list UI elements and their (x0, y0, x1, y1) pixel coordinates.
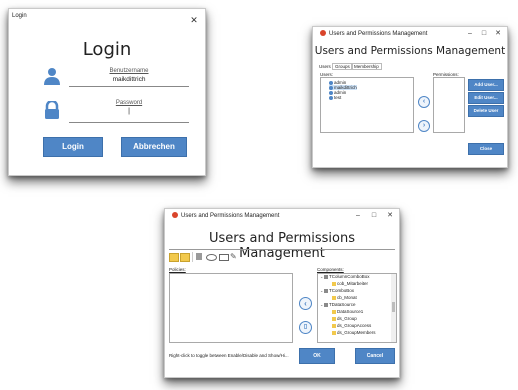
component-class-icon (324, 274, 328, 279)
delete-user-button[interactable]: Delete User (468, 105, 504, 117)
cancel-button[interactable]: Abbrechen (121, 137, 187, 157)
users-heading: Users and Permissions Management (314, 45, 506, 57)
maximize-icon[interactable]: □ (367, 209, 381, 223)
maximize-icon[interactable]: □ (477, 27, 491, 41)
arrow-left-icon[interactable]: ‹ (418, 96, 430, 108)
users-list[interactable]: admin maikdittrich admin test (320, 77, 414, 133)
component-icon (332, 330, 336, 335)
pencil-icon[interactable]: ✎ (230, 252, 237, 262)
policies-list[interactable] (169, 273, 293, 343)
lock-icon (43, 99, 61, 119)
policy-window: Users and Permissions Management – □ ✕ U… (164, 208, 400, 378)
minimize-icon[interactable]: – (351, 209, 365, 223)
hint-text: Right-click to toggle between Enable/Dis… (169, 353, 289, 358)
minimize-icon[interactable]: – (463, 27, 477, 41)
tree-item[interactable]: cb_Monat (328, 295, 357, 300)
components-label: Components: (317, 267, 344, 272)
cancel-button[interactable]: Cancel (355, 348, 395, 364)
tree-item-label: ds_GroupAccess (337, 323, 372, 328)
tag-icon[interactable] (219, 254, 229, 261)
scrollbar[interactable] (391, 274, 396, 342)
tree-item-label: cob_Mitarbeiter (337, 281, 369, 286)
tab-membership[interactable]: Membership (351, 63, 382, 70)
policies-label: Policies: (169, 267, 186, 272)
ok-button[interactable]: OK (299, 348, 335, 364)
tree-item-label: ds_GroupMembers (337, 330, 376, 335)
tree-item-label: ds_Group (337, 316, 357, 321)
login-titlebar: Login (9, 9, 205, 23)
app-icon (320, 30, 326, 37)
tab-groups[interactable]: Groups (332, 63, 353, 70)
scrollbar-thumb[interactable] (392, 302, 395, 312)
component-icon (332, 281, 336, 286)
tree-item-label: TComboBox (329, 288, 355, 293)
tree-item-label: TDataSource (329, 302, 356, 307)
list-item[interactable]: test (329, 95, 341, 100)
tree-item-label: cb_Monat (337, 295, 357, 300)
tree-item-label: TColumnComboBox (329, 274, 370, 279)
tree-item[interactable]: ⌄ TComboBox (320, 288, 354, 293)
username-label: Benutzername (109, 68, 149, 74)
users-window: Users and Permissions Management – □ ✕ U… (312, 26, 508, 168)
users-window-title: Users and Permissions Management (329, 31, 428, 37)
tab-users[interactable]: Users (319, 64, 331, 69)
login-window: Login ✕ Login Benutzername maikdittrich … (8, 8, 206, 176)
app-icon (172, 212, 178, 219)
toolbar: ✎ (169, 252, 269, 264)
tree-item[interactable]: ⌄ TDataSource (320, 302, 356, 307)
arrow-left-icon[interactable]: ‹ (299, 297, 312, 310)
permissions-list[interactable] (433, 77, 465, 133)
close-button[interactable]: Close (468, 143, 504, 155)
login-window-title: Login (12, 13, 27, 19)
close-icon[interactable]: ✕ (187, 13, 201, 27)
folder-add-icon[interactable] (180, 253, 190, 262)
user-icon (329, 95, 333, 100)
eye-icon[interactable] (206, 254, 217, 261)
component-icon (332, 309, 336, 314)
login-button[interactable]: Login (43, 137, 103, 157)
tree-item-label: DataSource1 (337, 309, 364, 314)
user-icon (43, 67, 61, 85)
component-icon (332, 295, 336, 300)
close-icon[interactable]: ✕ (491, 27, 505, 41)
component-class-icon (324, 288, 328, 293)
username-field[interactable]: maikdittrich (69, 76, 189, 87)
component-icon (332, 323, 336, 328)
tree-item[interactable]: ds_GroupAccess (328, 323, 371, 328)
tree-item[interactable]: DataSource1 (328, 309, 363, 314)
edit-user-button[interactable]: Edit User... (468, 92, 504, 104)
policy-window-title: Users and Permissions Management (181, 213, 280, 219)
password-label: Password (115, 100, 143, 106)
tree-item[interactable]: cob_Mitarbeiter (328, 281, 368, 286)
trash-icon[interactable]: ▯ (299, 321, 312, 334)
lock-icon[interactable] (196, 253, 202, 260)
component-icon (332, 316, 336, 321)
tree-item[interactable]: ds_GroupMembers (328, 330, 376, 335)
close-icon[interactable]: ✕ (383, 209, 397, 223)
password-field[interactable]: | (69, 108, 189, 123)
arrow-right-icon[interactable]: › (418, 120, 430, 132)
component-class-icon (324, 302, 328, 307)
folder-icon[interactable] (169, 253, 179, 262)
add-user-button[interactable]: Add User... (468, 79, 504, 91)
header-divider (169, 249, 395, 250)
tree-item[interactable]: ⌄ TColumnComboBox (320, 274, 370, 279)
tree-item[interactable]: ds_Group (328, 316, 357, 321)
toolbar-separator (192, 252, 193, 262)
components-tree-items: ⌄ TColumnComboBox cob_Mitarbeiter ⌄ TComboBo… (318, 274, 390, 340)
login-heading: Login (82, 39, 132, 60)
